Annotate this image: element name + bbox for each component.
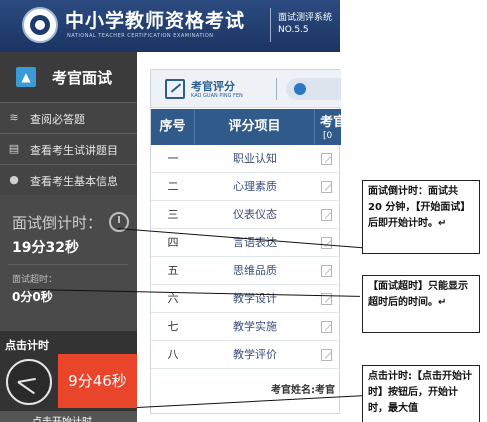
column-header-index: 序号 [151, 109, 195, 145]
start-timer-button[interactable]: 点击开始计时 [0, 411, 137, 422]
sidebar-item-candidate-info[interactable]: ● 查看考生基本信息 [0, 164, 137, 195]
callout-click-timer: 点击计时:【点击开始计时】按钮后，开始计时，最大值 [362, 365, 480, 422]
edit-icon[interactable] [321, 209, 332, 221]
row-item: 职业认知 [233, 152, 277, 165]
row-item: 教学评价 [233, 348, 277, 361]
edit-icon[interactable] [321, 265, 332, 277]
system-version: NO.5.5 [278, 25, 309, 35]
sidebar-item-label: 查看考生试讲题目 [30, 144, 118, 157]
row-item: 仪表仪态 [233, 208, 277, 221]
table-row: 一 职业认知 [151, 145, 341, 173]
click-timer-panel: 点击计时 9分46秒 点击开始计时 [0, 331, 137, 422]
table-header: 序号 评分项目 考官 [0 [151, 109, 346, 145]
table-row: 六 教学设计 [151, 285, 341, 313]
table-row: 八 教学评价 [151, 341, 341, 369]
click-timer-display: 9分46秒 [58, 354, 137, 408]
start-timer-label: 点击开始计时 [32, 413, 92, 422]
edit-sheet-icon [165, 79, 185, 99]
row-index: 五 [167, 264, 179, 277]
stack-icon: ≋ [9, 111, 19, 124]
callout-countdown: 面试倒计时：面试共 20 分钟，【开始面试】后即开始计时。↵ [362, 180, 480, 254]
edit-icon[interactable] [321, 321, 332, 333]
score-panel-subtitle: KAO GUAN PING FEN [191, 93, 243, 99]
callout-countdown-text: 面试倒计时：面试共 20 分钟，【开始面试】后即开始计时。↵ [368, 186, 471, 229]
row-item: 教学实施 [233, 320, 277, 333]
row-index: 六 [167, 292, 179, 305]
examiner-name: 考官姓名:考官 [271, 385, 335, 396]
person-card-icon: ▲ [16, 67, 36, 87]
overtime-label: 面试超时： [12, 275, 58, 285]
sidebar-item-lecture-topic[interactable]: ▤ 查看考生试讲题目 [0, 133, 137, 164]
exam-logo-icon [22, 7, 58, 43]
tab-dot-icon [294, 83, 306, 95]
person-icon: ● [9, 173, 19, 186]
row-item: 教学设计 [233, 292, 277, 305]
clock-dial-icon [6, 359, 52, 405]
sidebar-item-required-questions[interactable]: ≋ 查阅必答题 [0, 102, 137, 133]
row-item: 心理素质 [233, 180, 277, 193]
row-index: 三 [167, 208, 179, 221]
click-timer-label: 点击计时 [5, 339, 49, 352]
row-index: 八 [167, 348, 179, 361]
score-panel-title: 考官评分 [191, 80, 235, 93]
score-panel: 考官评分 KAO GUAN PING FEN 序号 评分项目 考官 [0 一 职… [150, 69, 346, 414]
app-subtitle: NATIONAL TEACHER CERTIFICATION EXAMINATI… [67, 33, 214, 39]
sidebar-item-label: 查看考生基本信息 [30, 175, 118, 188]
callout-overtime-text: 【面试超时】只能显示超时后的时间。↵ [368, 281, 468, 308]
table-row: 二 心理素质 [151, 173, 341, 201]
row-index: 二 [167, 180, 179, 193]
table-row: 七 教学实施 [151, 313, 341, 341]
callout-click-timer-text: 点击计时:【点击开始计时】按钮后，开始计时，最大值 [368, 371, 472, 414]
sidebar-item-label: 查阅必答题 [30, 113, 85, 126]
app-header: 中小学教师资格考试 NATIONAL TEACHER CERTIFICATION… [0, 0, 340, 52]
row-item: 思维品质 [233, 264, 277, 277]
edit-icon[interactable] [321, 153, 332, 165]
score-panel-header: 考官评分 KAO GUAN PING FEN [151, 70, 341, 108]
row-index: 一 [167, 152, 179, 165]
edit-icon[interactable] [321, 237, 332, 249]
column-header-item: 评分项目 [195, 109, 315, 145]
callout-overtime: 【面试超时】只能显示超时后的时间。↵ [362, 275, 480, 333]
row-index: 七 [167, 320, 179, 333]
edit-icon[interactable] [321, 181, 332, 193]
document-icon: ▤ [8, 142, 20, 155]
sidebar-divider [8, 264, 128, 265]
sidebar: ▲ 考官面试 ≋ 查阅必答题 ▤ 查看考生试讲题目 ● 查看考生基本信息 面试倒… [0, 52, 137, 422]
table-row: 三 仪表仪态 [151, 201, 341, 229]
sidebar-heading: 考官面试 [52, 69, 113, 87]
countdown-label: 面试倒计时： [12, 214, 103, 232]
screenshot: 中小学教师资格考试 NATIONAL TEACHER CERTIFICATION… [0, 0, 487, 422]
column-header-score: 考官 [320, 115, 347, 130]
panel-tab[interactable] [286, 78, 341, 100]
edit-icon[interactable] [321, 349, 332, 361]
click-timer-value: 9分46秒 [68, 372, 127, 390]
table-row: 五 思维品质 [151, 257, 341, 285]
column-header-score-sub: [0 [323, 131, 333, 141]
sidebar-header: ▲ 考官面试 [0, 52, 137, 102]
system-name: 面试测评系统 [278, 13, 333, 23]
app-title: 中小学教师资格考试 [65, 10, 246, 32]
countdown-value: 19分32秒 [12, 240, 79, 256]
header-divider [270, 8, 271, 42]
overtime-value: 0分0秒 [12, 290, 53, 304]
tab-divider [276, 78, 277, 100]
